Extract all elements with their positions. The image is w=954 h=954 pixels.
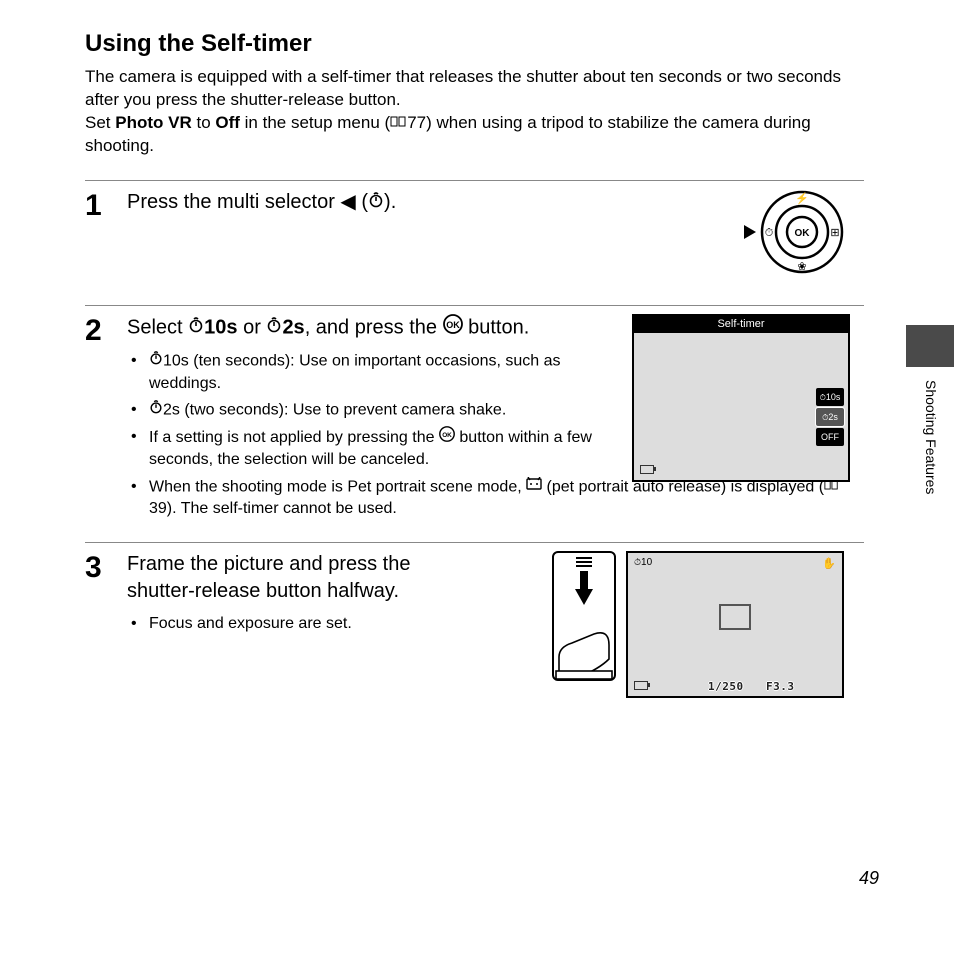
lcd-title: Self-timer: [634, 316, 848, 333]
svg-text:⊞: ⊞: [830, 227, 839, 239]
svg-text:OK: OK: [795, 228, 811, 239]
manual-icon: [390, 112, 407, 135]
self-timer-icon: [266, 314, 282, 341]
battery-icon: [634, 681, 648, 690]
battery-icon: [640, 465, 654, 474]
lcd-vr-icon: ✋: [822, 557, 836, 570]
ok-button-icon: OK: [439, 426, 455, 449]
step-3-number: 3: [85, 553, 127, 726]
lcd-af-box: [719, 604, 751, 630]
intro-text: The camera is equipped with a self-timer…: [85, 66, 864, 158]
lcd-option-2s: ⏱2s: [816, 408, 844, 426]
lcd-timer-indicator: ⏱10: [634, 557, 652, 568]
lcd-option-off: OFF: [816, 428, 844, 446]
divider: [85, 180, 864, 181]
step-2: 2 Select 10s or 2s, and press the OK but…: [85, 314, 864, 534]
list-item: 10s (ten seconds): Use on important occa…: [149, 350, 609, 395]
page-title: Using the Self-timer: [85, 30, 864, 58]
multi-selector-illustration: OK ⚡ ❀ ⏱ ⊞: [732, 185, 852, 280]
divider: [85, 305, 864, 306]
step-1: 1 Press the multi selector ◀ (). OK ⚡ ❀ …: [85, 189, 864, 297]
svg-text:OK: OK: [446, 320, 460, 330]
svg-text:OK: OK: [442, 432, 452, 439]
self-timer-icon: [188, 314, 204, 341]
self-timer-icon: [149, 399, 163, 421]
lcd-f-number: F3.3: [766, 680, 795, 693]
divider: [85, 542, 864, 543]
step-3-heading: Frame the picture and press the shutter-…: [127, 551, 477, 605]
lcd-option-10s: ⏱10s: [816, 388, 844, 406]
svg-text:❀: ❀: [797, 261, 806, 273]
page-number: 49: [859, 868, 879, 889]
step-2-lcd-illustration: Self-timer ⏱10s ⏱2s OFF: [632, 314, 852, 484]
step-2-number: 2: [85, 316, 127, 534]
svg-text:⏱: ⏱: [765, 227, 774, 239]
page-content: Using the Self-timer The camera is equip…: [0, 0, 954, 764]
step-3: 3 Frame the picture and press the shutte…: [85, 551, 864, 726]
intro-p1: The camera is equipped with a self-timer…: [85, 66, 864, 112]
step-1-number: 1: [85, 191, 127, 297]
self-timer-icon: [368, 189, 384, 216]
self-timer-icon: [149, 350, 163, 372]
ok-button-icon: OK: [443, 314, 463, 342]
svg-text:⚡: ⚡: [795, 192, 809, 205]
pet-portrait-icon: [526, 476, 542, 498]
list-item: If a setting is not applied by pressing …: [149, 426, 609, 472]
step-2-heading: Select 10s or 2s, and press the OK butto…: [127, 314, 557, 342]
step-3-lcd-illustration: ⏱10 ✋ 1/250 F3.3: [626, 551, 844, 698]
intro-p2: Set Photo VR to Off in the setup menu (7…: [85, 112, 864, 158]
lcd-shutter-speed: 1/250: [708, 680, 744, 693]
shutter-press-illustration: [552, 551, 616, 681]
left-triangle-icon: ◀: [340, 189, 355, 216]
list-item: 2s (two seconds): Use to prevent camera …: [149, 399, 609, 422]
